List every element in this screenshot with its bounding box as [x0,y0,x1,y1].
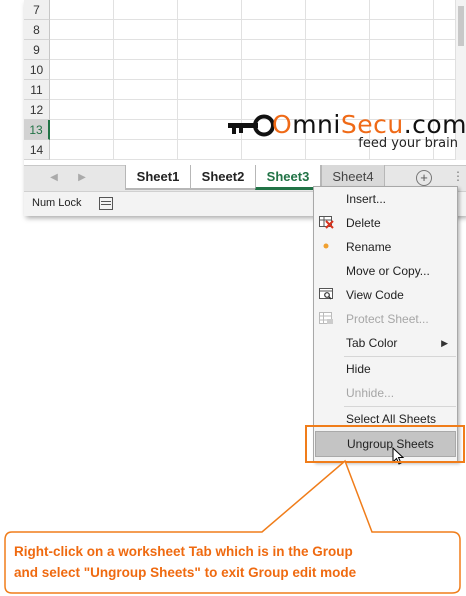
row-header[interactable]: 9 [24,40,50,60]
row-cells[interactable] [50,60,466,80]
sheet-tab-sheet3[interactable]: Sheet3 [255,165,321,190]
row-cells[interactable] [50,0,466,20]
sheet-tab-sheet2[interactable]: Sheet2 [190,165,256,190]
row-cells[interactable] [50,80,466,100]
instruction-callout: Right-click on a worksheet Tab which is … [0,420,466,596]
add-sheet-icon[interactable]: + [416,170,432,186]
row-cells[interactable] [50,40,466,60]
callout-text: Right-click on a worksheet Tab which is … [14,541,454,583]
row-header[interactable]: 8 [24,20,50,40]
grid-row: 11 [24,80,466,100]
menu-item-protect-sheet[interactable]: Protect Sheet... [314,307,457,331]
callout-line-2: and select "Ungroup Sheets" to exit Grou… [14,565,357,580]
omnisecu-logo: OmniSecu.com feed your brain [224,106,466,158]
scrollbar-thumb[interactable] [458,6,464,46]
menu-item-tab-color[interactable]: Tab Color ▶ [314,331,457,355]
view-code-icon [319,288,333,300]
excel-window: 7 8 9 10 11 12 13 14 OmniSecu.com feed y… [24,0,466,216]
row-header-selected[interactable]: 13 [24,120,50,140]
row-header[interactable]: 11 [24,80,50,100]
row-header[interactable]: 10 [24,60,50,80]
logo-wordmark: OmniSecu.com [272,110,466,139]
sheet-tab-sheet1[interactable]: Sheet1 [125,165,191,190]
submenu-arrow-icon: ▶ [441,338,448,348]
tab-scroll-right-icon[interactable]: ▶ [76,171,88,185]
key-icon [228,114,274,137]
menu-item-insert[interactable]: Insert... [314,187,457,211]
tab-scroll-left-icon[interactable]: ◀ [48,171,60,185]
grid-row: 8 [24,20,466,40]
callout-line-1: Right-click on a worksheet Tab which is … [14,544,353,559]
row-header[interactable]: 12 [24,100,50,120]
menu-item-hide[interactable]: Hide [314,357,457,381]
bullet-dot-icon [323,243,329,249]
menu-item-unhide[interactable]: Unhide... [314,381,457,405]
macro-record-icon[interactable] [99,197,113,210]
menu-item-delete[interactable]: Delete [314,211,457,235]
protect-sheet-icon [319,312,333,324]
num-lock-indicator: Num Lock [32,197,82,209]
row-cells[interactable] [50,20,466,40]
row-header[interactable]: 14 [24,140,50,160]
delete-table-icon [319,216,334,229]
row-header[interactable]: 7 [24,0,50,20]
menu-item-move-or-copy[interactable]: Move or Copy... [314,259,457,283]
grid-row: 10 [24,60,466,80]
tab-more-icon[interactable]: ⋮ [452,169,464,183]
grid-row: 7 [24,0,466,20]
logo-tagline: feed your brain [358,136,458,151]
menu-item-rename[interactable]: Rename [314,235,457,259]
menu-item-view-code[interactable]: View Code [314,283,457,307]
grid-row: 9 [24,40,466,60]
